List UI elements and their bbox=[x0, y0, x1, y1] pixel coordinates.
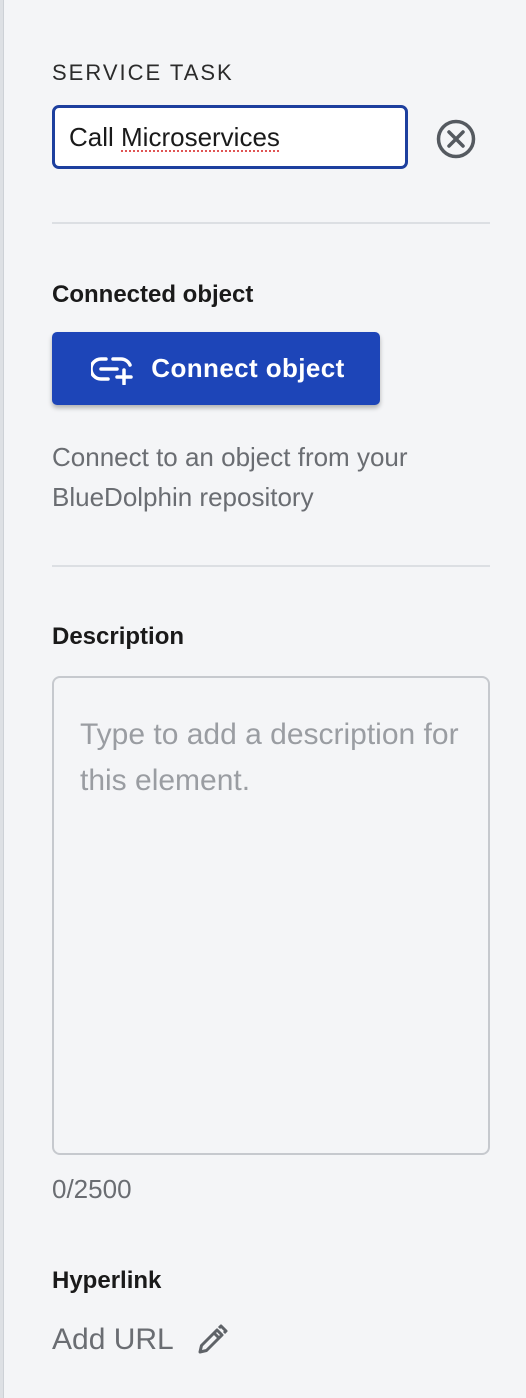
clear-name-button[interactable] bbox=[435, 118, 477, 160]
description-char-counter: 0/2500 bbox=[52, 1174, 132, 1204]
description-heading: Description bbox=[52, 623, 185, 650]
add-url-button[interactable]: Add URL bbox=[52, 1318, 230, 1362]
section-divider bbox=[52, 222, 490, 224]
element-name-value-misspelled: Microservices bbox=[121, 121, 280, 152]
panel-left-border bbox=[0, 0, 4, 1398]
link-add-icon bbox=[91, 356, 134, 385]
connect-object-button-label: Connect object bbox=[151, 353, 345, 383]
hyperlink-heading: Hyperlink bbox=[52, 1267, 162, 1294]
description-placeholder: Type to add a description for this eleme… bbox=[80, 718, 459, 797]
close-circle-icon bbox=[436, 119, 476, 159]
add-url-label: Add URL bbox=[52, 1323, 174, 1356]
pencil-icon bbox=[198, 1324, 228, 1354]
properties-panel: SERVICE TASK Call Microservices Connecte… bbox=[52, 0, 490, 1398]
connected-object-heading: Connected object bbox=[52, 281, 254, 308]
connect-object-button[interactable]: Connect object bbox=[52, 332, 380, 405]
section-divider bbox=[52, 565, 490, 567]
element-name-value: Call bbox=[69, 121, 122, 152]
element-type-label: SERVICE TASK bbox=[52, 60, 234, 85]
element-name-input[interactable]: Call Microservices bbox=[52, 105, 408, 169]
connect-object-helper-text: Connect to an object from your BlueDolph… bbox=[52, 442, 408, 512]
description-textarea[interactable]: Type to add a description for this eleme… bbox=[52, 676, 490, 1155]
